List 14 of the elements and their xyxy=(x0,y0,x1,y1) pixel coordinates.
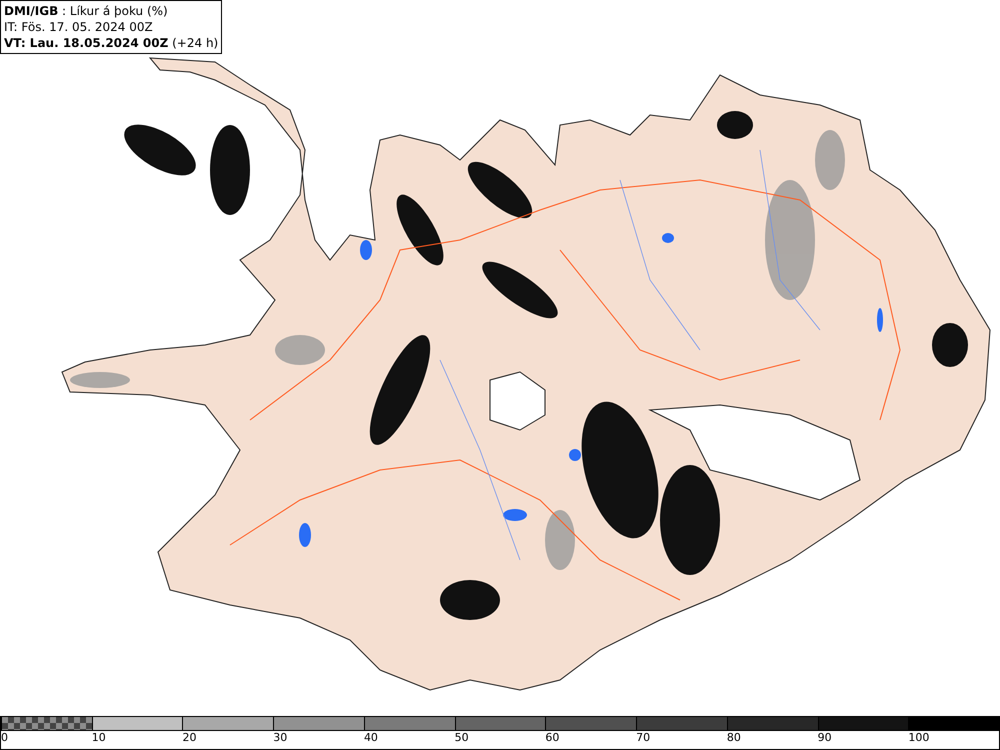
legend-label: 20 xyxy=(182,731,196,745)
legend-label: 90 xyxy=(818,731,832,745)
legend-label: 80 xyxy=(726,731,741,745)
legend-label: 50 xyxy=(454,731,469,745)
legend-label: 60 xyxy=(545,731,560,745)
legend-label: 70 xyxy=(636,731,650,745)
legend-label: 10 xyxy=(92,731,106,745)
legend-label: 100 xyxy=(908,731,930,745)
legend-label: 40 xyxy=(364,731,378,745)
issue-time: IT: Fös. 17. 05. 2024 00Z xyxy=(4,19,154,35)
valid-time: VT: Lau. 18.05.2024 00Z (+24 h) xyxy=(4,35,218,51)
legend-label: 30 xyxy=(273,731,288,745)
map-title: DMI/IGB : Líkur á þoku (%) xyxy=(4,3,169,19)
legend-label: 0 xyxy=(1,731,8,745)
